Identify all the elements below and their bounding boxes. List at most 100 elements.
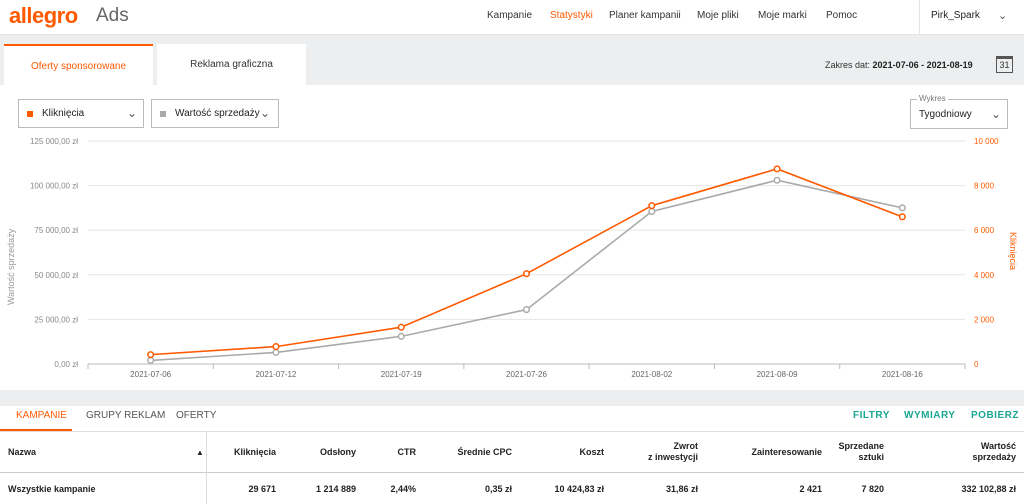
x-tick-label: 2021-07-26 [506, 370, 547, 379]
col-header-srednie-cpc[interactable]: Średnie CPC [432, 447, 512, 458]
x-tick-label: 2021-08-09 [757, 370, 798, 379]
y-right-tick-label: 4 000 [974, 271, 995, 280]
gray-square-icon [160, 111, 166, 117]
orange-square-icon [27, 111, 33, 117]
col-header-zwrot[interactable]: Zwrot z inwestycji [618, 441, 698, 463]
x-tick-label: 2021-07-19 [381, 370, 422, 379]
y-left-tick-label: 0,00 zł [54, 360, 78, 369]
nav-kampanie[interactable]: Kampanie [487, 10, 532, 21]
col-header-nazwa[interactable]: Nazwa [8, 447, 36, 458]
cell-nazwa[interactable]: Wszystkie kampanie [8, 484, 96, 494]
x-tick-label: 2021-08-02 [631, 370, 672, 379]
sort-ascending-icon[interactable]: ▲ [196, 447, 204, 458]
download-button[interactable]: POBIERZ [971, 410, 1019, 421]
section-divider [0, 390, 1024, 406]
x-tick-label: 2021-08-16 [882, 370, 923, 379]
col-header-sprzedane-line1: Sprzedane [838, 441, 884, 451]
nav-moje-pliki[interactable]: Moje pliki [697, 10, 739, 21]
metric-left-dropdown[interactable]: Kliknięcia ⌄ [18, 99, 144, 128]
tab-kampanie[interactable]: KAMPANIE [16, 410, 67, 421]
chevron-down-icon: ⌄ [998, 10, 1008, 22]
data-point [898, 213, 906, 221]
data-point [648, 207, 656, 216]
x-tick-label: 2021-07-06 [130, 370, 171, 379]
nav-pomoc[interactable]: Pomoc [826, 10, 857, 21]
filters-button[interactable]: FILTRY [853, 410, 890, 421]
chart-type-legend: Wykres [917, 94, 948, 103]
top-bar: allegro Ads Kampanie Statystyki Planer k… [0, 0, 1024, 35]
col-header-wartosc-line2: sprzedaży [972, 452, 1016, 462]
cell-srednie-cpc: 0,35 zł [484, 484, 512, 494]
col-header-klikniecia[interactable]: Kliknięcia [216, 447, 276, 458]
metric-right-dropdown[interactable]: Wartość sprzedaży ⌄ [151, 99, 279, 128]
table-header: Nazwa ▲ Kliknięcia Odsłony CTR Średnie C… [0, 431, 1024, 473]
cell-klikniecia: 29 671 [248, 484, 276, 494]
y-right-tick-label: 10 000 [974, 137, 999, 146]
chevron-down-icon: ⌄ [127, 106, 138, 120]
cell-zwrot: 31,86 zł [665, 484, 698, 494]
y-right-axis-title: Kliknięcia [1008, 232, 1018, 271]
chart-type-value: Tygodniowy [919, 109, 972, 120]
data-point [648, 202, 656, 210]
nav-moje-marki[interactable]: Moje marki [758, 10, 807, 21]
series-line-klikniecia [150, 168, 903, 356]
col-header-koszt[interactable]: Koszt [534, 447, 605, 458]
data-point [898, 204, 906, 212]
date-range-value: 2021-07-06 - 2021-08-19 [872, 60, 973, 70]
data-point [773, 165, 781, 173]
chevron-down-icon: ⌄ [260, 106, 271, 120]
data-point [522, 306, 531, 314]
table-row[interactable]: Wszystkie kampanie 29 671 1 214 889 2,44… [0, 473, 1024, 504]
tab-reklama-graficzna[interactable]: Reklama graficzna [157, 44, 306, 85]
data-point [272, 343, 280, 351]
calendar-icon[interactable]: 31 [996, 56, 1013, 73]
nav-statystyki[interactable]: Statystyki [550, 10, 593, 21]
y-left-tick-label: 125 000,00 zł [30, 137, 78, 146]
nav-planer-kampanii[interactable]: Planer kampanii [609, 10, 681, 21]
data-point [397, 332, 405, 340]
y-left-tick-label: 50 000,00 zł [34, 271, 78, 280]
col-header-sprzedane[interactable]: Sprzedane sztuki [834, 441, 884, 463]
col-header-odslony[interactable]: Odsłony [296, 447, 356, 458]
tab-oferty-sponsorowane[interactable]: Oferty sponsorowane [4, 44, 153, 85]
col-header-zwrot-line2: z inwestycji [647, 452, 698, 462]
dimensions-button[interactable]: WYMIARY [904, 410, 955, 421]
cell-koszt: 10 424,83 zł [554, 484, 604, 494]
tab-oferty[interactable]: OFERTY [176, 410, 216, 421]
col-header-zainteresowanie[interactable]: Zainteresowanie [722, 447, 822, 458]
cell-odslony: 1 214 889 [315, 484, 356, 494]
y-right-tick-label: 2 000 [974, 315, 995, 324]
col-header-wartosc[interactable]: Wartość sprzedaży [930, 441, 1016, 463]
user-menu[interactable]: Pirk_Spark ⌄ [919, 0, 1024, 35]
y-left-tick-label: 25 000,00 zł [34, 315, 78, 324]
y-left-tick-label: 100 000,00 zł [30, 182, 78, 191]
data-point [272, 348, 280, 356]
date-range-label: Zakres dat: [825, 60, 871, 70]
line-chart: 0,00 zł 0 25 000,00 zł 2 000 50 000,00 zł 4 0… [30, 137, 999, 379]
data-point [147, 356, 155, 364]
x-tick-label: 2021-07-12 [255, 370, 296, 379]
data-point [522, 270, 531, 278]
tab-grupy-reklam[interactable]: GRUPY REKLAM [86, 410, 165, 421]
cell-zainteresowanie: 2 421 [799, 484, 822, 494]
data-point [147, 351, 155, 359]
metric-right-label: Wartość sprzedaży [175, 108, 260, 119]
cell-sprzedane: 7 820 [861, 484, 884, 494]
date-range: Zakres dat: 2021-07-06 - 2021-08-19 [825, 60, 973, 70]
y-left-tick-label: 75 000,00 zł [34, 226, 78, 235]
allegro-logo[interactable]: allegro [9, 3, 78, 29]
metric-left-label: Kliknięcia [42, 108, 85, 119]
ads-logo-label: Ads [96, 5, 129, 26]
chart-type-select[interactable]: Wykres Tygodniowy ⌄ [910, 94, 1008, 129]
col-header-zwrot-line1: Zwrot [673, 441, 699, 451]
user-name: Pirk_Spark [931, 10, 980, 21]
data-point [773, 176, 781, 184]
cell-ctr: 2,44% [390, 484, 416, 494]
y-right-tick-label: 8 000 [974, 182, 995, 191]
cell-wartosc: 332 102,88 zł [961, 484, 1016, 494]
col-header-wartosc-line1: Wartość [980, 441, 1016, 451]
col-header-sprzedane-line2: sztuki [858, 452, 884, 462]
data-point [397, 323, 405, 331]
y-right-tick-label: 0 [974, 360, 979, 369]
col-header-ctr[interactable]: CTR [366, 447, 417, 458]
